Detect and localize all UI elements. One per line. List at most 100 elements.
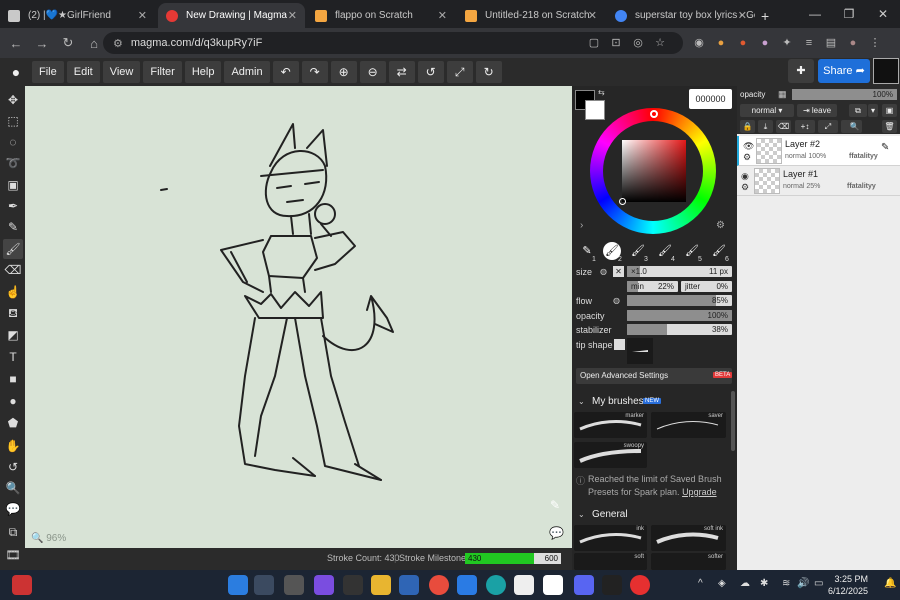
notifications-icon[interactable]: 🔔 (884, 578, 896, 589)
menu-view[interactable]: View (102, 61, 141, 83)
select-rect-icon[interactable]: ⬚ (3, 111, 23, 131)
menu-filter[interactable]: Filter (143, 61, 182, 83)
tray-icon[interactable]: ◈ (718, 578, 726, 589)
copilot-icon[interactable] (314, 575, 334, 595)
pen-icon[interactable]: ✎ (550, 498, 560, 512)
polygon-icon[interactable]: ⬟ (3, 413, 23, 433)
transform-layer-icon[interactable]: ⤢ (818, 120, 838, 133)
size-slider[interactable]: ×1.0 11 px (627, 266, 732, 277)
min-slider[interactable]: min 22% (627, 281, 678, 292)
circle-icon[interactable]: ● (3, 391, 23, 411)
undo-icon[interactable]: ↶ (272, 61, 299, 83)
hue-handle[interactable] (650, 110, 658, 118)
fullscreen-icon[interactable]: ⤢ (446, 61, 473, 83)
blend-mode-select[interactable]: normal ▾ (740, 104, 794, 117)
close-tab-icon[interactable]: ✕ (588, 9, 597, 22)
rotate-left-icon[interactable]: ↺ (417, 61, 444, 83)
duplicate-layer-icon[interactable]: ⧉ (849, 104, 867, 117)
drawing-canvas[interactable]: 🔍 96% ✎ 💬 (25, 86, 572, 548)
move-tool-icon[interactable]: ✥ (3, 90, 23, 110)
advanced-settings-button[interactable]: Open Advanced Settings BETA (576, 368, 733, 384)
pencil-icon[interactable]: ✎ (3, 217, 23, 237)
layer-row[interactable]: ◉ ⚙ Layer #1 normal 25% ffatalityy (737, 166, 900, 196)
delete-layer-icon[interactable]: 🗑 (882, 120, 897, 133)
rotate-view-icon[interactable]: ↺ (3, 457, 23, 477)
notepad-icon[interactable] (457, 575, 477, 595)
minimize-icon[interactable]: — (798, 0, 832, 28)
transform-icon[interactable]: ▣ (3, 175, 23, 195)
gradient-icon[interactable]: ◩ (3, 325, 23, 345)
brush-preset-card[interactable]: soft ink (651, 525, 726, 551)
cloud-icon[interactable]: ☁ (740, 578, 750, 589)
eye-off-icon[interactable]: ◎ (627, 32, 649, 54)
zoom-icon[interactable]: 🔍 (3, 478, 23, 498)
settings-gear-icon[interactable]: ⚙ (716, 220, 725, 231)
forward-icon[interactable]: → (29, 36, 55, 51)
file-explorer-icon[interactable] (371, 575, 391, 595)
browser-tab[interactable]: Untitled-218 on Scratch ✕ (457, 3, 605, 28)
flow-slider[interactable]: 85% (627, 295, 732, 306)
panel-scrollbar[interactable] (731, 391, 735, 451)
lock-icon[interactable]: 🔒 (740, 120, 755, 133)
text-icon[interactable]: T (3, 347, 23, 367)
extension-icon[interactable]: ◉ (688, 32, 710, 54)
layer-row-selected[interactable]: 👁 ⚙ Layer #2 normal 100% ffatalityy ✎ (737, 136, 900, 166)
film-icon[interactable]: 🎞 (3, 545, 23, 565)
volume-icon[interactable]: 🔊 (797, 578, 809, 589)
bookmark-page-icon[interactable]: ▢ (583, 32, 605, 54)
collapse-icon[interactable]: ⌄ (578, 397, 585, 406)
brush-preset-card[interactable]: ink (574, 525, 647, 551)
brush-preset-card[interactable]: swoopy (574, 442, 647, 468)
tip-shape-preview[interactable] (627, 338, 653, 364)
lasso-icon[interactable]: ➰ (3, 153, 23, 173)
find-layer-icon[interactable]: 🔍 (847, 120, 862, 133)
layer-edit-pencil-icon[interactable]: ✎ (881, 142, 889, 153)
value-handle[interactable] (619, 198, 626, 205)
close-tab-icon[interactable]: ✕ (738, 9, 747, 22)
chat-icon[interactable]: 💬 (549, 526, 564, 540)
saturation-square[interactable] (622, 140, 686, 202)
layer-menu-icon[interactable]: ▾ (868, 104, 878, 117)
pressure-icon[interactable]: ◍ (600, 267, 607, 276)
layer-settings-icon[interactable]: ⚙ (741, 182, 749, 193)
zoom-out-icon[interactable]: ⊖ (359, 61, 386, 83)
battery-icon[interactable]: ▭ (814, 578, 823, 589)
layer-opacity-slider[interactable]: 100% (792, 89, 897, 100)
puzzle-icon[interactable]: ✦ (776, 32, 798, 54)
reload-icon[interactable]: ↻ (55, 35, 81, 51)
rotate-right-icon[interactable]: ↻ (475, 61, 502, 83)
secondary-color-swatch[interactable] (585, 100, 605, 120)
browser-tab[interactable]: (2) |💙★GirlFriend ✕ (0, 3, 155, 28)
menu-admin[interactable]: Admin (224, 61, 270, 83)
site-info-icon[interactable]: ⚙ (113, 37, 123, 50)
tray-chevron-icon[interactable]: ^ (698, 578, 703, 589)
extension-icon[interactable]: ● (710, 32, 732, 54)
chatgpt-icon[interactable] (514, 575, 534, 595)
profile-icon[interactable]: ● (842, 32, 864, 54)
brush-preset-card[interactable]: marker (574, 412, 647, 438)
close-window-icon[interactable]: ✕ (866, 0, 900, 28)
add-user-button[interactable]: ✚ (788, 59, 814, 83)
obs-icon[interactable] (343, 575, 363, 595)
close-tab-icon[interactable]: ✕ (438, 9, 447, 22)
edge-icon[interactable] (486, 575, 506, 595)
comment-icon[interactable]: 💬 (3, 499, 23, 519)
share-button[interactable]: Share ➦ (818, 59, 870, 83)
sidebar-icon[interactable]: ▤ (820, 32, 842, 54)
system-clock[interactable]: 3:25 PM 6/12/2025 (828, 573, 868, 597)
brush-icon[interactable]: 🖌 (3, 239, 23, 259)
discord-icon[interactable] (574, 575, 594, 595)
magma-logo-icon[interactable]: ● (3, 61, 29, 83)
extension-icon[interactable]: ● (754, 32, 776, 54)
more-icon[interactable]: ⋮ (864, 32, 886, 54)
paint-bucket-icon[interactable]: ⛾ (3, 303, 23, 323)
zoom-in-icon[interactable]: ⊕ (330, 61, 357, 83)
layer-settings-icon[interactable]: ⚙ (743, 152, 751, 163)
store-icon[interactable] (399, 575, 419, 595)
menu-help[interactable]: Help (184, 61, 222, 83)
star-icon[interactable]: ☆ (649, 32, 671, 54)
menu-file[interactable]: File (32, 61, 64, 83)
opera-icon[interactable] (630, 575, 650, 595)
ibis-paint-icon[interactable] (602, 575, 622, 595)
smudge-icon[interactable]: ☝ (3, 282, 23, 302)
